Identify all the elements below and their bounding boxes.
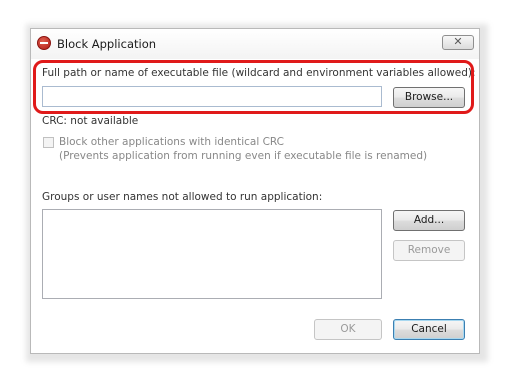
block-application-dialog: Block Application ✕ Full path or name of… [30,28,480,354]
path-label: Full path or name of executable file (wi… [42,67,476,79]
browse-button[interactable]: Browse... [393,87,465,108]
remove-button[interactable]: Remove [393,240,465,261]
crc-status: CRC: not available [42,115,139,127]
window-title: Block Application [57,37,157,51]
add-button[interactable]: Add... [393,210,465,231]
block-identical-crc-note: (Prevents application from running even … [59,150,428,162]
title-bar: Block Application ✕ [31,29,479,59]
cancel-button[interactable]: Cancel [393,319,465,340]
path-input[interactable] [42,86,382,107]
ok-button[interactable]: OK [314,319,382,340]
groups-list[interactable] [42,209,382,299]
block-identical-crc-checkbox[interactable] [43,137,54,148]
groups-label: Groups or user names not allowed to run … [42,191,323,203]
close-icon: ✕ [453,35,463,48]
close-button[interactable]: ✕ [442,35,474,50]
stop-icon [37,36,51,50]
block-identical-crc-label: Block other applications with identical … [59,136,285,148]
